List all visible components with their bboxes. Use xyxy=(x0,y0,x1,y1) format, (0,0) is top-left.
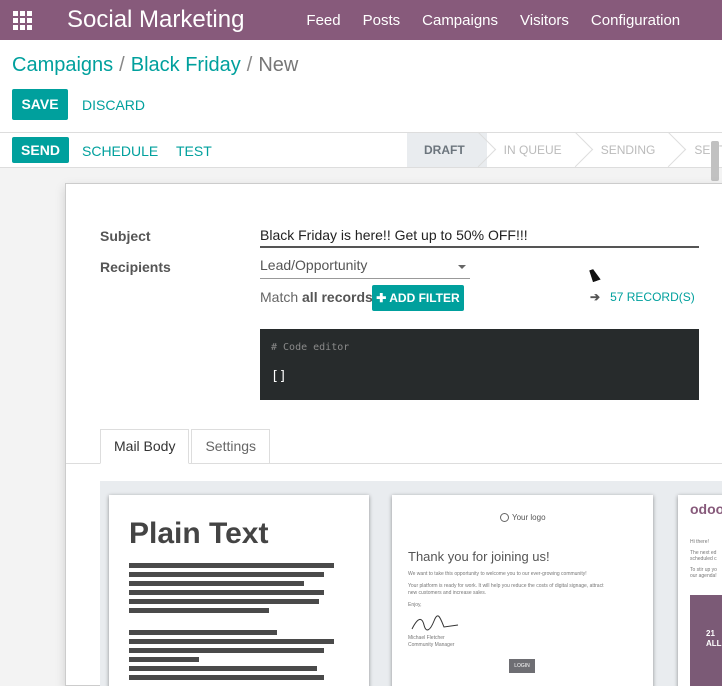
welcome-line: new customers and increase sales. xyxy=(408,590,487,596)
notebook-tabs: Mail Body Settings xyxy=(100,429,271,464)
breadcrumb: Campaigns / Black Friday / New xyxy=(12,54,298,77)
caret-down-icon xyxy=(458,265,466,269)
menu-item-feed[interactable]: Feed xyxy=(306,12,340,29)
template-card-welcome[interactable]: Your logo Thank you for joining us! We w… xyxy=(392,495,653,686)
logo-icon xyxy=(500,513,509,523)
subject-label: Subject xyxy=(100,228,151,244)
stage-label: DRAFT xyxy=(424,143,465,157)
test-button[interactable]: TEST xyxy=(176,143,212,159)
match-text: Match all records xyxy=(260,289,373,305)
welcome-heading: Thank you for joining us! xyxy=(408,549,550,564)
breadcrumb-campaigns[interactable]: Campaigns xyxy=(12,54,113,76)
template-card-plain-text[interactable]: Plain Text xyxy=(109,495,369,686)
logo-text: Your logo xyxy=(512,513,546,522)
mouse-pointer-icon xyxy=(589,268,601,282)
recipients-value: Lead/Opportunity xyxy=(260,257,368,273)
match-prefix: Match xyxy=(260,289,299,305)
main-menu: Feed Posts Campaigns Visitors Configurat… xyxy=(306,12,702,29)
login-button: LOGIN xyxy=(509,659,535,673)
statusbar: SEND SCHEDULE TEST DRAFT IN QUEUE SENDIN… xyxy=(0,131,722,168)
stage-draft[interactable]: DRAFT xyxy=(407,131,496,168)
event-banner-text: 21 ALL C xyxy=(706,629,722,649)
scrollbar-thumb[interactable] xyxy=(711,141,719,181)
schedule-button[interactable]: SCHEDULE xyxy=(82,143,158,159)
top-navbar: Social Marketing Feed Posts Campaigns Vi… xyxy=(0,0,722,40)
menu-item-campaigns[interactable]: Campaigns xyxy=(422,12,498,29)
template-logo: Your logo xyxy=(500,513,546,523)
form-sheet: Subject Black Friday is here!! Get up to… xyxy=(65,183,722,686)
template-gallery: Plain Text Your logo Thank you for joini… xyxy=(100,481,722,686)
code-comment: # Code editor xyxy=(271,342,350,353)
add-filter-label: ADD FILTER xyxy=(389,291,460,305)
tab-mail-body[interactable]: Mail Body xyxy=(100,429,190,464)
stage-label: IN QUEUE xyxy=(503,143,562,157)
welcome-line: Enjoy, xyxy=(408,602,422,608)
menu-item-posts[interactable]: Posts xyxy=(363,12,401,29)
add-filter-button[interactable]: ✚ ADD FILTER xyxy=(372,285,464,311)
stage-label: SENDING xyxy=(600,143,656,157)
event-date: 21 xyxy=(706,629,715,638)
event-line: Hi there! xyxy=(690,539,709,545)
tab-settings[interactable]: Settings xyxy=(191,429,271,464)
template-card-event[interactable]: odoo Hi there! The next ed scheduled c T… xyxy=(678,495,722,686)
match-scope: all records xyxy=(302,289,373,305)
welcome-line: Your platform is ready for work. It will… xyxy=(408,583,604,589)
event-tagline: ALL C xyxy=(706,639,722,648)
text-placeholder-lines xyxy=(129,563,334,684)
send-button[interactable]: SEND xyxy=(12,137,69,163)
menu-item-visitors[interactable]: Visitors xyxy=(520,12,569,29)
records-link[interactable]: ➔ 57 RECORD(S) xyxy=(590,290,695,304)
signer-name: Michael Fletcher xyxy=(408,635,445,641)
apps-menu-icon[interactable] xyxy=(2,0,42,40)
template-title: Plain Text xyxy=(129,517,269,550)
breadcrumb-separator: / xyxy=(246,54,253,76)
menu-item-configuration[interactable]: Configuration xyxy=(591,12,680,29)
discard-button[interactable]: DISCARD xyxy=(82,97,145,113)
stage-in-queue[interactable]: IN QUEUE xyxy=(487,131,593,168)
control-panel: Campaigns / Black Friday / New SAVE DISCARD xyxy=(0,40,722,133)
subject-input[interactable]: Black Friday is here!! Get up to 50% OFF… xyxy=(260,227,699,248)
odoo-logo: odoo xyxy=(690,501,722,517)
breadcrumb-current: New xyxy=(258,54,299,76)
event-line: scheduled c xyxy=(690,556,717,562)
welcome-line: We want to take this opportunity to welc… xyxy=(408,571,587,577)
breadcrumb-black-friday[interactable]: Black Friday xyxy=(131,54,241,76)
plus-icon: ✚ xyxy=(376,291,390,305)
stage-sending[interactable]: SENDING xyxy=(584,131,687,168)
app-title[interactable]: Social Marketing xyxy=(67,6,244,34)
save-button[interactable]: SAVE xyxy=(12,89,68,120)
event-line: our agenda! xyxy=(690,573,717,579)
recipients-select[interactable]: Lead/Opportunity xyxy=(260,257,470,279)
records-count: 57 RECORD(S) xyxy=(610,290,695,304)
signature-image xyxy=(411,615,459,631)
signer-role: Community Manager xyxy=(408,642,455,648)
arrow-right-icon: ➔ xyxy=(590,290,601,304)
code-editor[interactable]: # Code editor [] xyxy=(260,329,699,400)
breadcrumb-separator: / xyxy=(119,54,125,76)
recipients-label: Recipients xyxy=(100,259,171,275)
stage-pipeline: DRAFT IN QUEUE SENDING SENT xyxy=(407,131,722,168)
code-content: [] xyxy=(271,369,287,384)
